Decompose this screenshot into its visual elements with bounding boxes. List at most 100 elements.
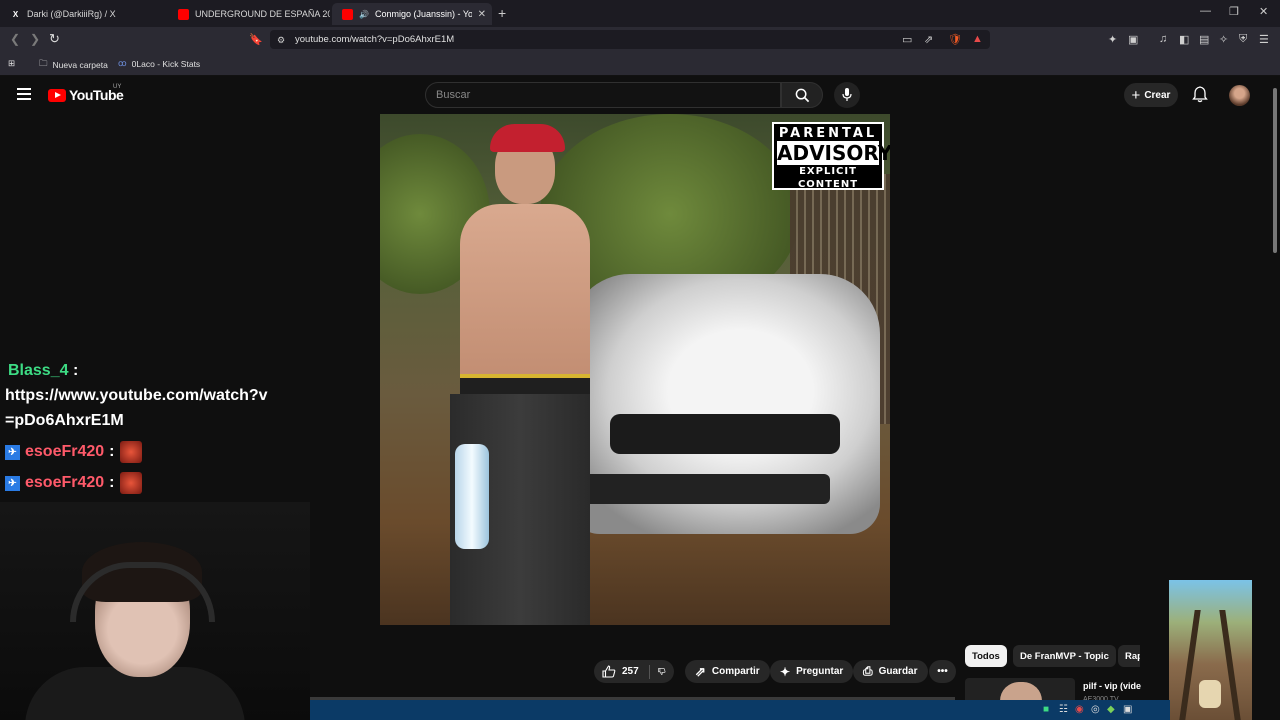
like-dislike-group: 257: [594, 660, 674, 683]
youtube-icon: [178, 8, 189, 20]
gameplay-overlay: [1169, 580, 1252, 720]
plus-icon: +: [1131, 86, 1141, 104]
media-icon[interactable]: ♫: [1159, 33, 1167, 45]
close-tab-icon[interactable]: ✕: [478, 9, 486, 20]
car-grille: [610, 414, 840, 454]
tray-icon[interactable]: ■: [1043, 704, 1049, 715]
install-icon[interactable]: ▭: [902, 33, 912, 46]
tray-icon[interactable]: ◎: [1091, 704, 1100, 715]
tray-icon[interactable]: ◆: [1107, 704, 1115, 715]
microphone-icon: [842, 88, 852, 101]
taskbar: [310, 700, 1170, 720]
close-window-button[interactable]: ✕: [1259, 5, 1268, 18]
site-info-icon[interactable]: ⚙: [277, 35, 285, 46]
bookmark-label: 0Laco - Kick Stats: [131, 58, 201, 69]
extensions-icon[interactable]: ✦: [1108, 33, 1117, 46]
brave-shield-icon[interactable]: 🛡: [948, 33, 962, 46]
search-input[interactable]: [426, 83, 780, 107]
ask-label: Preguntar: [796, 666, 844, 677]
search-button[interactable]: [781, 82, 823, 108]
search-icon: [795, 88, 809, 102]
waistband: [460, 374, 590, 394]
back-button[interactable]: ❮: [10, 32, 20, 46]
share-icon: ⇗: [695, 663, 706, 679]
sparkle-icon: ✦: [780, 664, 791, 679]
streamer-webcam: [0, 502, 310, 720]
vpn-icon[interactable]: ⛨: [1239, 33, 1247, 46]
more-icon: •••: [937, 666, 948, 677]
share-icon[interactable]: ⇗: [924, 33, 933, 46]
sidebar-icon[interactable]: ◧: [1179, 33, 1189, 46]
emote-icon: [119, 472, 142, 494]
youtube-icon: [342, 8, 353, 20]
share-button[interactable]: ⇗ Compartir: [685, 660, 770, 683]
advisory-line-1: PARENTAL: [778, 126, 878, 141]
chip-rap[interactable]: Rap: [1118, 645, 1140, 667]
apps-icon[interactable]: ⊞: [8, 58, 15, 69]
thumbs-up-icon: [602, 665, 616, 678]
create-button[interactable]: + Crear: [1124, 83, 1178, 107]
bell-icon: [1192, 86, 1208, 103]
menu-icon[interactable]: ☰: [1259, 33, 1269, 46]
tab-x-profile[interactable]: X Darki (@DarkiiiRg) / X: [0, 3, 168, 25]
guide-menu-icon[interactable]: [17, 88, 31, 100]
speaker-icon[interactable]: 🔊: [359, 10, 369, 19]
search-box[interactable]: [425, 82, 781, 108]
brave-rewards-icon[interactable]: ▲: [972, 33, 983, 45]
scrollbar-thumb[interactable]: [1273, 88, 1277, 253]
tab-title: Conmigo (Juanssin) - YouTub: [374, 9, 472, 19]
chip-fran-mvp-topic[interactable]: De FranMVP - Topic: [1013, 645, 1116, 667]
like-button[interactable]: 257: [602, 665, 639, 678]
account-avatar[interactable]: [1229, 85, 1250, 106]
restore-button[interactable]: ❐: [1229, 5, 1239, 18]
tab-underground-playlist[interactable]: UNDERGROUND DE ESPAÑA 2025 R: [168, 3, 330, 25]
tab-title: Darki (@DarkiiiRg) / X: [27, 9, 116, 19]
ticket-icon: ✈: [5, 444, 20, 460]
red-cap: [490, 124, 565, 152]
youtube-logo[interactable]: YouTube UY: [48, 84, 124, 103]
chat-message: ✈ esoeFr420:: [5, 472, 142, 494]
ask-button[interactable]: ✦ Preguntar: [770, 660, 854, 683]
tab-conmigo-video[interactable]: 🔊 Conmigo (Juanssin) - YouTub ✕: [332, 3, 492, 25]
x-icon: X: [12, 9, 19, 19]
tray-icon[interactable]: ◉: [1075, 704, 1084, 715]
bookmark-icon[interactable]: 🔖: [249, 33, 263, 46]
voice-search-button[interactable]: [834, 82, 860, 108]
screenshot-icon[interactable]: ▣: [1128, 33, 1138, 46]
youtube-play-icon: [48, 88, 66, 102]
bookmark-kick-stats[interactable]: ꝏ 0Laco - Kick Stats: [118, 58, 200, 69]
tray-icon[interactable]: ☷: [1059, 704, 1068, 715]
minimize-button[interactable]: —: [1200, 5, 1211, 17]
rail-right: [1219, 610, 1241, 720]
page-scrollbar[interactable]: [1270, 76, 1280, 720]
notifications-button[interactable]: [1192, 86, 1208, 108]
new-tab-button[interactable]: +: [498, 5, 506, 21]
folder-icon: 🗀: [39, 58, 48, 68]
chip-todos[interactable]: Todos: [965, 645, 1007, 667]
ticket-icon: ✈: [5, 475, 20, 491]
forward-button[interactable]: ❯: [30, 32, 40, 46]
game-character: [1199, 680, 1221, 708]
divider: [648, 664, 650, 679]
reload-button[interactable]: ↻: [49, 31, 60, 47]
chat-username: esoeFr420: [25, 474, 105, 491]
bookmark-nueva-carpeta[interactable]: 🗀 Nueva carpeta: [39, 58, 108, 72]
save-label: Guardar: [878, 666, 918, 677]
chat-message: ✈ esoeFr420:: [5, 441, 142, 463]
bookmark-label: Nueva carpeta: [52, 60, 108, 70]
chat-username: Blass_4: [8, 362, 69, 379]
video-player-cover-art[interactable]: PARENTAL ADVISORY EXPLICIT CONTENT: [380, 114, 890, 625]
url-text[interactable]: youtube.com/watch?v=pDo6AhxrE1M: [295, 34, 454, 45]
tray-icon[interactable]: ▣: [1123, 704, 1132, 715]
save-button[interactable]: ⎙ Guardar: [853, 660, 928, 683]
water-bottle: [455, 444, 489, 549]
wallet-icon[interactable]: ▤: [1199, 33, 1209, 46]
thumbs-down-icon[interactable]: [658, 665, 666, 678]
parental-advisory-label: PARENTAL ADVISORY EXPLICIT CONTENT: [772, 122, 890, 190]
stream-chat-overlay: Blass_4 : https://www.youtube.com/watch?…: [5, 358, 305, 433]
more-actions-button[interactable]: •••: [929, 660, 956, 683]
leo-ai-icon[interactable]: ✧: [1219, 33, 1228, 46]
chat-username: esoeFr420: [25, 443, 105, 460]
person-figure: [450, 124, 610, 625]
recommended-title[interactable]: pilf - vip (vide: [1083, 681, 1141, 691]
